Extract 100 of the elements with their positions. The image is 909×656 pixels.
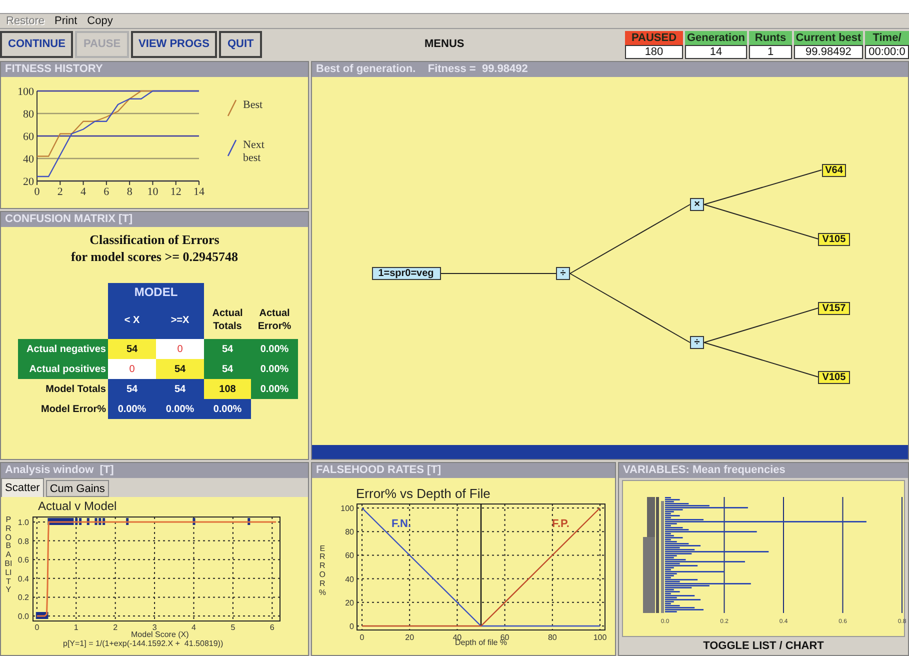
legend-slash-icon <box>227 99 237 117</box>
tick-label: 1.0 <box>18 518 29 527</box>
tick-label: 0.2 <box>18 593 29 602</box>
axis-label: ERROR% <box>318 544 327 598</box>
tick-label: 3 <box>152 623 157 630</box>
tick-label: 14 <box>194 186 204 198</box>
formula-text: p[Y=1] = 1/(1+exp(-144.1592.X + 41.50819)) <box>62 639 224 648</box>
status-value: 00:00:0 <box>865 45 909 59</box>
menu-item[interactable]: Print <box>54 12 78 30</box>
tree-node: V105 <box>818 370 850 384</box>
tab[interactable]: Scatter <box>1 478 44 497</box>
matrix-cell: 0.00% <box>156 399 204 419</box>
column-header: Actual Totals <box>211 307 244 334</box>
row-header: Actual negatives <box>18 339 108 359</box>
row-header: Model Totals <box>44 382 107 396</box>
tick-label: 1 <box>74 623 78 630</box>
tree-node: V105 <box>818 232 850 246</box>
tick-label: 60 <box>344 551 354 560</box>
tick-label: 100 <box>18 86 34 98</box>
tick-label: 80 <box>23 108 34 120</box>
matrix-cell: 0 <box>156 339 204 359</box>
toolbar-button[interactable]: QUIT <box>219 31 262 58</box>
tick-label: 0 <box>34 186 40 198</box>
legend-slash-icon <box>227 139 237 157</box>
matrix-cell: 54 <box>108 379 156 399</box>
tick-label: 20 <box>23 176 34 188</box>
matrix-subheading: for model scores >= 0.2945748 <box>70 248 238 265</box>
tree-node: ÷ <box>556 267 570 280</box>
tick-label: 20 <box>404 633 414 640</box>
matrix-cell: 0.00% <box>251 359 298 379</box>
matrix-cell: 54 <box>204 359 251 379</box>
matrix-cell: 0 <box>108 359 156 379</box>
matrix-cell: 0.00% <box>204 399 251 419</box>
status-label: Runts <box>749 31 792 45</box>
tick-label: 2 <box>112 623 118 630</box>
panel-title: FALSEHOOD RATES [T] <box>312 463 615 478</box>
toolbar-button[interactable]: VIEW PROGS <box>130 31 218 58</box>
axis-label: PROBABILITY <box>4 516 13 596</box>
tree-node: × <box>690 198 704 211</box>
panel-title: Best of generation. Fitness = 99.98492 <box>312 62 908 77</box>
matrix-cell: 54 <box>156 359 204 379</box>
panel-title: Analysis window [T] <box>1 463 308 478</box>
tick-label: 5 <box>230 623 235 630</box>
data-point <box>126 518 128 525</box>
panel-title: CONFUSION MATRIX [T] <box>1 212 308 227</box>
tab[interactable]: Cum Gains <box>46 480 109 497</box>
tick-label: 10 <box>147 186 158 198</box>
tick-label: 80 <box>344 528 354 537</box>
status-label: PAUSED <box>625 31 683 45</box>
tick-label: 4 <box>191 623 196 630</box>
tick-label: 40 <box>452 633 462 640</box>
tick-label: 20 <box>344 598 354 608</box>
series-label: F.N. <box>391 518 411 530</box>
menu-item[interactable]: Copy <box>87 12 113 30</box>
tick-label: 40 <box>344 574 354 584</box>
tick-label: 12 <box>170 186 182 198</box>
tick-label: 80 <box>548 633 557 640</box>
data-point <box>86 518 90 525</box>
tick-label: 0.4 <box>18 574 29 584</box>
tick-label: 0.8 <box>18 536 29 546</box>
column-header: >=X <box>156 301 204 339</box>
toolbar-button[interactable]: CONTINUE <box>0 31 74 58</box>
data-point <box>247 518 250 525</box>
column-header: Actual Error% <box>256 307 292 334</box>
matrix-heading: Classification of Errors <box>90 231 220 248</box>
panel-title: FITNESS HISTORY <box>1 62 308 77</box>
toolbar-title: MENUS <box>424 37 466 52</box>
tick-label: 100 <box>593 633 606 640</box>
tree-node: V64 <box>822 164 846 176</box>
tick-label: 0 <box>360 633 364 640</box>
row-header: Model Error% <box>40 402 107 416</box>
tick-label: 60 <box>500 633 510 640</box>
panel-title: VARIABLES: Mean frequencies <box>619 463 908 478</box>
matrix-cell: 54 <box>156 379 204 399</box>
series-label: F.P. <box>552 518 570 530</box>
tick-label: 8 <box>126 186 132 198</box>
status-label: Time/ <box>865 31 909 45</box>
data-point <box>192 518 196 525</box>
status-value: 14 <box>685 45 747 59</box>
matrix-cell: 0.00% <box>108 399 156 419</box>
column-header: < X <box>108 301 156 339</box>
matrix-cell: 54 <box>204 339 251 359</box>
chart-title: Actual v Model <box>37 498 117 514</box>
tree-node: ÷ <box>690 336 704 349</box>
tick-label: 6 <box>270 623 274 630</box>
column-group-header: MODEL <box>108 283 204 301</box>
legend-label: Best <box>243 99 264 112</box>
tick-label: 0.6 <box>18 556 29 565</box>
row-header: Actual positives <box>18 359 108 379</box>
chart-title: Error% vs Depth of File <box>355 485 490 502</box>
axis-label: Model Score (X) <box>130 630 189 639</box>
tick-label: 0 <box>34 623 39 630</box>
matrix-cell: 0.00% <box>251 339 298 359</box>
tree-node: 1=spr0=veg <box>372 267 440 280</box>
tick-label: 0 <box>349 622 354 631</box>
status-label: Current best <box>794 31 863 45</box>
tick-label: 40 <box>23 154 34 166</box>
tick-label: 2 <box>57 186 63 198</box>
matrix-cell: 0.00% <box>251 379 298 399</box>
status-value: 1 <box>749 45 792 59</box>
